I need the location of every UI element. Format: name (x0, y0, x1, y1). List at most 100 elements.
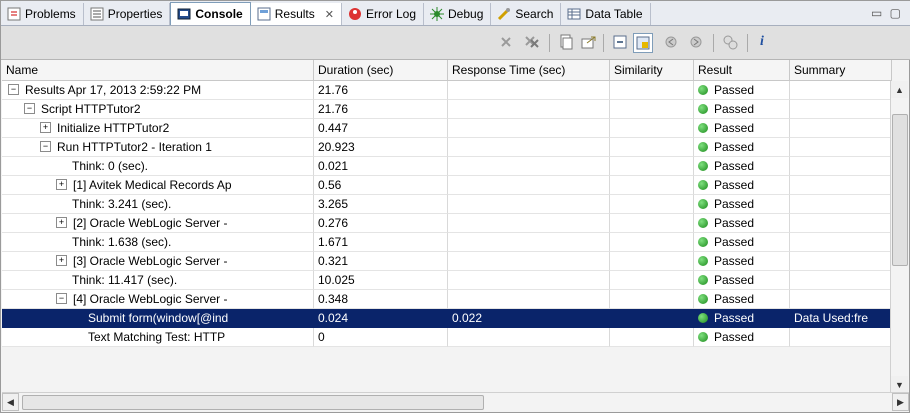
col-name-text: Run HTTPTutor2 - Iteration 1 (57, 140, 212, 154)
col-result-text: Passed (714, 292, 755, 306)
col-name-header[interactable]: Name (2, 60, 314, 80)
vertical-scrollbar[interactable]: ▲ ▼ (890, 81, 908, 393)
compare-icon[interactable] (721, 33, 739, 51)
table-row[interactable]: + Initialize HTTPTutor2 0.447 Passed (2, 119, 892, 138)
col-summary-cell (790, 81, 892, 100)
col-name-text: [3] Oracle WebLogic Server - (73, 254, 228, 268)
close-icon[interactable]: ✕ (325, 8, 334, 21)
scroll-thumb-horizontal[interactable] (22, 395, 484, 410)
previous-failure-icon[interactable] (663, 33, 681, 51)
col-summary-text: Data Used:fre (794, 311, 869, 325)
collapse-icon[interactable]: − (40, 141, 51, 153)
col-summary-header[interactable]: Summary (790, 60, 892, 80)
col-name-cell: Submit form(window[@ind (2, 309, 314, 328)
passed-status-icon (698, 274, 708, 285)
table-row[interactable]: Text Matching Test: HTTP 0 Passed (2, 328, 892, 347)
table-row[interactable]: Think: 1.638 (sec). 1.671 Passed (2, 233, 892, 252)
tab-search[interactable]: Search (491, 3, 562, 25)
col-result-text: Passed (714, 273, 755, 287)
tab-data-table[interactable]: Data Table (561, 3, 651, 25)
remove-all-icon[interactable] (523, 33, 541, 51)
tab-properties[interactable]: Properties (84, 3, 171, 25)
table-row[interactable]: + [1] Avitek Medical Records Ap 0.56 Passed (2, 176, 892, 195)
col-similarity-cell (610, 252, 694, 271)
col-result-cell: Passed (694, 138, 790, 157)
collapse-icon[interactable]: − (8, 84, 19, 96)
col-summary-cell (790, 138, 892, 157)
col-name-cell: + Initialize HTTPTutor2 (2, 119, 314, 138)
info-icon[interactable]: i (753, 33, 771, 51)
col-result-cell: Passed (694, 252, 790, 271)
col-result-text: Passed (714, 311, 755, 325)
window-controls[interactable]: ▭ ▢ (871, 6, 903, 20)
collapse-all-icon[interactable] (611, 33, 629, 51)
table-row[interactable]: − Script HTTPTutor2 21.76 Passed (2, 100, 892, 119)
col-duration-text: 0.276 (318, 216, 349, 230)
col-duration-header[interactable]: Duration (sec) (314, 60, 448, 80)
col-duration-text: 21.76 (318, 102, 349, 116)
collapse-icon[interactable]: − (24, 103, 35, 115)
table-row[interactable]: Think: 0 (sec). 0.021 Passed (2, 157, 892, 176)
col-result-header[interactable]: Result (694, 60, 790, 80)
table-row[interactable]: Think: 11.417 (sec). 10.025 Passed (2, 271, 892, 290)
col-duration-text: 0.447 (318, 121, 349, 135)
scroll-left-icon[interactable]: ◀ (2, 393, 19, 411)
col-name-cell: − Script HTTPTutor2 (2, 100, 314, 119)
horizontal-scrollbar[interactable]: ◀ ▶ (2, 392, 909, 411)
passed-status-icon (698, 312, 708, 323)
passed-status-icon (698, 198, 708, 209)
col-response-time-header[interactable]: Response Time (sec) (448, 60, 610, 80)
tab-label: Data Table (585, 7, 643, 21)
tree-view-icon[interactable] (633, 33, 653, 53)
scroll-right-icon[interactable]: ▶ (892, 393, 909, 411)
passed-status-icon (698, 84, 708, 95)
scroll-down-icon[interactable]: ▼ (891, 376, 908, 393)
col-duration-cell: 10.025 (314, 271, 448, 290)
col-result-cell: Passed (694, 176, 790, 195)
table-row[interactable]: + [3] Oracle WebLogic Server - 0.321 Passed (2, 252, 892, 271)
expand-icon[interactable]: + (56, 179, 67, 191)
data-table-icon (567, 7, 581, 21)
problems-icon (7, 7, 21, 21)
col-duration-text: 0.024 (318, 311, 349, 325)
col-similarity-header[interactable]: Similarity (610, 60, 694, 80)
table-row[interactable]: Think: 3.241 (sec). 3.265 Passed (2, 195, 892, 214)
passed-status-icon (698, 217, 708, 228)
table-row[interactable]: − Run HTTPTutor2 - Iteration 1 20.923 Passe… (2, 138, 892, 157)
table-row[interactable]: Submit form(window[@ind 0.024 0.022 Passed D… (2, 309, 892, 328)
passed-status-icon (698, 255, 708, 266)
tab-console[interactable]: Console (170, 2, 251, 25)
col-summary-cell (790, 100, 892, 119)
col-response-time-cell (448, 271, 610, 290)
scroll-thumb[interactable] (892, 114, 908, 266)
table-row[interactable]: + [2] Oracle WebLogic Server - 0.276 Passed (2, 214, 892, 233)
results-toolbar: i (1, 26, 910, 60)
col-response-time-cell (448, 328, 610, 347)
col-duration-cell: 20.923 (314, 138, 448, 157)
remove-icon[interactable] (497, 33, 515, 51)
tab-error-log[interactable]: Error Log (342, 3, 424, 25)
table-row[interactable]: − [4] Oracle WebLogic Server - 0.348 Passed (2, 290, 892, 309)
tab-debug[interactable]: Debug (424, 3, 492, 25)
export-icon[interactable] (580, 33, 598, 51)
col-result-text: Passed (714, 235, 755, 249)
col-response-time-cell (448, 252, 610, 271)
passed-status-icon (698, 103, 708, 114)
col-summary-cell (790, 157, 892, 176)
col-similarity-cell (610, 290, 694, 309)
col-result-text: Passed (714, 121, 755, 135)
tab-results[interactable]: Results ✕ (250, 3, 342, 25)
col-duration-cell: 0.348 (314, 290, 448, 309)
scroll-up-icon[interactable]: ▲ (891, 81, 908, 98)
col-duration-cell: 0.024 (314, 309, 448, 328)
view-tab-bar: Problems Properties Console Results ✕ Error L… (1, 1, 910, 26)
expand-icon[interactable]: + (56, 255, 67, 267)
table-row[interactable]: − Results Apr 17, 2013 2:59:22 PM 21.76 Pas… (2, 81, 892, 100)
next-failure-icon[interactable] (687, 33, 705, 51)
expand-icon[interactable]: + (56, 217, 67, 229)
collapse-icon[interactable]: − (56, 293, 67, 305)
tab-problems[interactable]: Problems (1, 3, 84, 25)
expand-icon[interactable]: + (40, 122, 51, 134)
debug-icon (430, 7, 444, 21)
copy-icon[interactable] (557, 33, 575, 51)
